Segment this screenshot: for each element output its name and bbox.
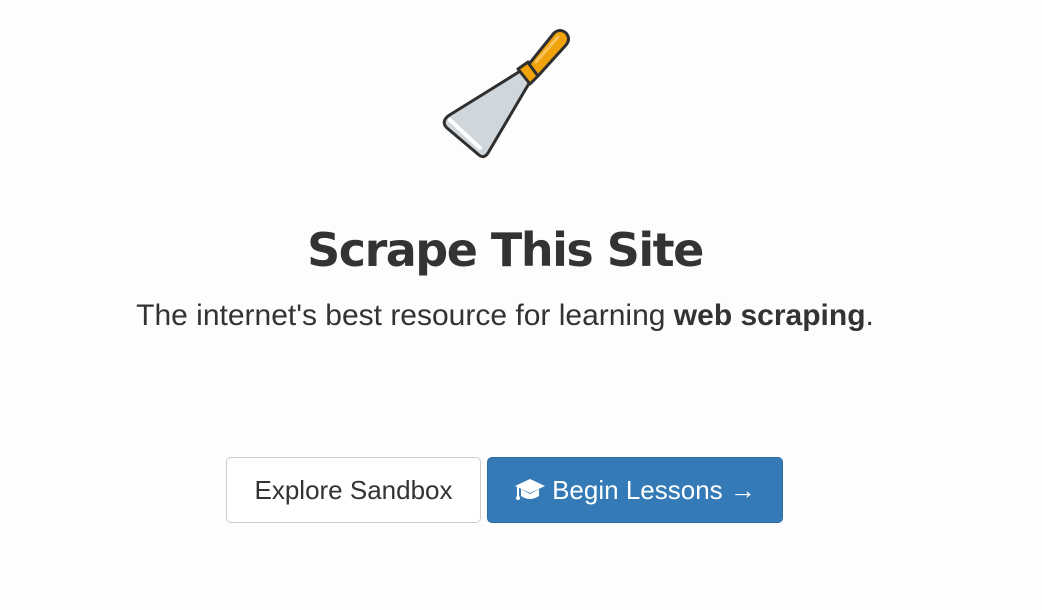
putty-knife-icon bbox=[442, 29, 570, 159]
begin-lessons-label: Begin Lessons → bbox=[552, 474, 756, 505]
begin-lessons-button[interactable]: Begin Lessons → bbox=[487, 457, 783, 523]
graduation-cap-icon bbox=[515, 479, 546, 500]
tagline-emphasis: web scraping bbox=[673, 299, 866, 332]
landing-page: Scrape This Site The internet's best res… bbox=[0, 0, 1042, 610]
tagline-period: . bbox=[865, 299, 874, 332]
tagline: The internet's best resource for learnin… bbox=[0, 296, 1010, 336]
tagline-text: The internet's best resource for learnin… bbox=[136, 299, 674, 332]
explore-sandbox-label: Explore Sandbox bbox=[254, 474, 453, 505]
page-title: Scrape This Site bbox=[307, 223, 704, 277]
explore-sandbox-button[interactable]: Explore Sandbox bbox=[226, 457, 481, 523]
